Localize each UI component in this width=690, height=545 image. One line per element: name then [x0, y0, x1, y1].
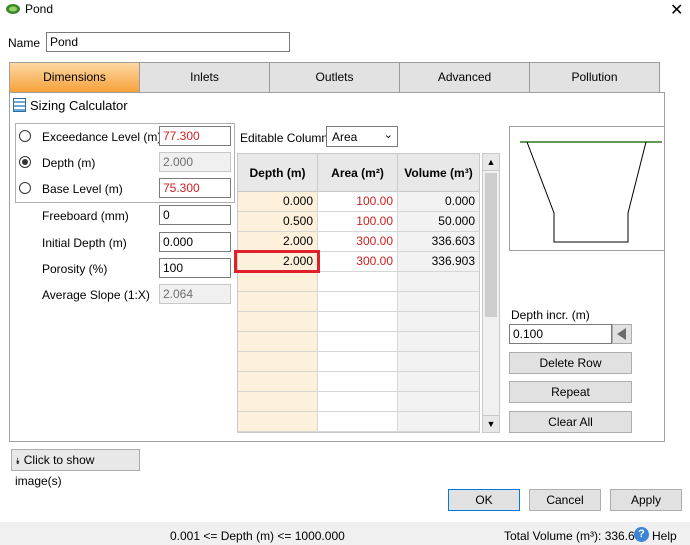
initial-depth-field[interactable]: 0.000 — [159, 232, 231, 252]
column-header-area[interactable]: Area (m²) — [318, 154, 398, 192]
table-cell[interactable] — [238, 412, 318, 432]
triangle-left-icon — [617, 328, 626, 340]
depth-area-table: Depth (m) Area (m²) Volume (m³) 0.000 100… — [237, 153, 480, 433]
table-cell[interactable] — [398, 372, 479, 392]
name-label: Name — [8, 36, 41, 50]
base-level-label: Base Level (m) — [42, 182, 123, 196]
ok-button[interactable]: OK — [448, 489, 520, 511]
table-scrollbar[interactable]: ▲ ▼ — [482, 153, 500, 433]
scroll-thumb[interactable] — [485, 173, 497, 317]
editable-column-label: Editable Column — [240, 131, 329, 145]
apply-button[interactable]: Apply — [610, 489, 682, 511]
table-cell[interactable] — [398, 312, 479, 332]
pond-cross-section-preview — [509, 126, 665, 251]
close-icon[interactable]: ✕ — [670, 0, 683, 20]
freeboard-label: Freeboard (mm) — [42, 209, 129, 223]
increment-button[interactable] — [612, 324, 632, 344]
tab-inlets[interactable]: Inlets — [139, 62, 270, 93]
chevron-down-icon: ⌄ — [383, 129, 393, 141]
table-cell[interactable] — [238, 272, 318, 292]
table-cell[interactable] — [238, 392, 318, 412]
table-cell[interactable] — [318, 352, 398, 372]
calculator-icon[interactable] — [13, 98, 26, 112]
tab-outlets[interactable]: Outlets — [269, 62, 400, 93]
edited-cell-highlight — [234, 250, 320, 273]
window-title: Pond — [25, 2, 54, 16]
title-bar — [0, 0, 690, 22]
depth-label: Depth (m) — [42, 156, 96, 170]
table-cell[interactable] — [398, 412, 479, 432]
table-cell[interactable]: 2.000 — [238, 232, 318, 252]
editable-column-value: Area — [332, 130, 358, 144]
table-cell[interactable] — [398, 292, 479, 312]
exceedance-radio[interactable] — [19, 130, 31, 142]
table-cell[interactable] — [318, 412, 398, 432]
table-cell[interactable]: 0.000 — [238, 192, 318, 212]
depth-incr-label: Depth incr. (m) — [511, 308, 590, 322]
scroll-down-icon[interactable]: ▼ — [483, 415, 499, 432]
column-header-volume[interactable]: Volume (m³) — [398, 154, 479, 192]
table-cell[interactable] — [398, 332, 479, 352]
table-cell[interactable] — [238, 292, 318, 312]
table-cell[interactable] — [398, 272, 479, 292]
table-cell[interactable]: 50.000 — [398, 212, 479, 232]
table-cell[interactable] — [238, 332, 318, 352]
table-cell[interactable]: 300.00 — [318, 252, 398, 272]
table-cell[interactable] — [318, 292, 398, 312]
initial-depth-label: Initial Depth (m) — [42, 236, 127, 250]
name-input[interactable]: Pond — [46, 32, 290, 52]
table-cell[interactable]: 336.603 — [398, 232, 479, 252]
total-volume-text: Total Volume (m³): 336.603 — [504, 529, 649, 543]
table-cell[interactable] — [238, 312, 318, 332]
column-header-depth[interactable]: Depth (m) — [238, 154, 318, 192]
avg-slope-label: Average Slope (1:X) — [42, 288, 150, 302]
help-icon[interactable]: ? — [634, 527, 649, 542]
freeboard-field[interactable]: 0 — [159, 205, 231, 225]
table-cell[interactable] — [238, 372, 318, 392]
editable-column-select[interactable]: Area ⌄ — [326, 126, 398, 147]
table-cell[interactable] — [318, 372, 398, 392]
tab-dimensions[interactable]: Dimensions — [9, 62, 140, 93]
pond-profile-diagram — [520, 141, 662, 243]
tab-advanced[interactable]: Advanced — [399, 62, 530, 93]
table-cell[interactable]: 100.00 — [318, 192, 398, 212]
base-level-field[interactable]: 75.300 — [159, 178, 231, 198]
delete-row-button[interactable]: Delete Row — [509, 352, 632, 374]
table-cell[interactable] — [318, 332, 398, 352]
table-cell[interactable]: 0.000 — [398, 192, 479, 212]
scroll-up-icon[interactable]: ▲ — [483, 154, 499, 171]
depth-incr-field[interactable]: 0.100 — [509, 324, 612, 344]
double-chevron-down-icon: ⯯ — [15, 456, 21, 466]
table-cell[interactable] — [318, 312, 398, 332]
exceedance-field[interactable]: 77.300 — [159, 126, 231, 146]
table-cell[interactable] — [398, 352, 479, 372]
table-cell[interactable]: 0.500 — [238, 212, 318, 232]
depth-field: 2.000 — [159, 152, 231, 172]
table-cell[interactable] — [398, 392, 479, 412]
table-cell[interactable]: 100.00 — [318, 212, 398, 232]
exceedance-label: Exceedance Level (m) — [42, 130, 162, 144]
repeat-button[interactable]: Repeat — [509, 381, 632, 403]
cancel-button[interactable]: Cancel — [529, 489, 601, 511]
table-cell[interactable]: 336.903 — [398, 252, 479, 272]
base-level-radio[interactable] — [19, 182, 31, 194]
porosity-label: Porosity (%) — [42, 262, 108, 276]
table-cell[interactable] — [238, 352, 318, 372]
app-icon — [6, 4, 20, 14]
tab-pollution[interactable]: Pollution — [529, 62, 660, 93]
avg-slope-field: 2.064 — [159, 284, 231, 304]
clear-all-button[interactable]: Clear All — [509, 411, 632, 433]
depth-radio[interactable] — [19, 156, 31, 168]
depth-range-text: 0.001 <= Depth (m) <= 1000.000 — [170, 529, 345, 543]
table-cell[interactable] — [318, 392, 398, 412]
show-images-button[interactable]: ⯯ Click to show image(s) — [11, 449, 140, 488]
sizing-calculator-link[interactable]: Sizing Calculator — [30, 98, 128, 113]
tab-strip: Dimensions Inlets Outlets Advanced Pollu… — [9, 62, 660, 93]
table-cell[interactable] — [318, 272, 398, 292]
show-images-label: Click to show image(s) — [15, 453, 95, 488]
porosity-field[interactable]: 100 — [159, 258, 231, 278]
table-cell[interactable]: 300.00 — [318, 232, 398, 252]
help-label[interactable]: Help — [652, 529, 677, 543]
